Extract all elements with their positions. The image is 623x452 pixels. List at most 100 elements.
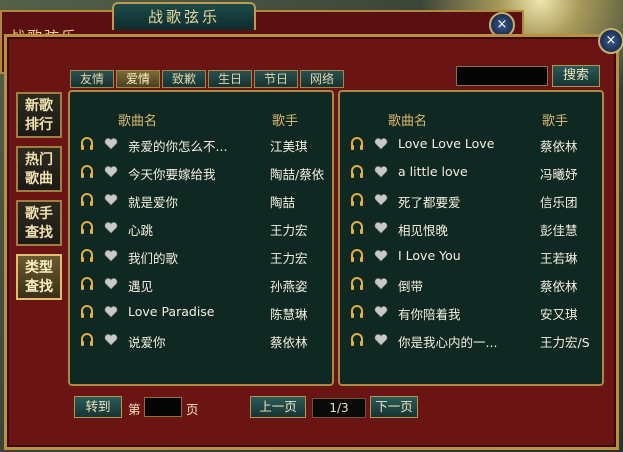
headphones-icon[interactable] [350, 165, 364, 179]
song-title[interactable]: 倒带 [398, 276, 528, 295]
tab-birthday[interactable]: 生日 [208, 70, 252, 88]
song-row[interactable]: 说爱你 蔡依林 [70, 330, 332, 352]
song-artist: 陶喆 [270, 195, 296, 210]
heart-icon[interactable] [104, 305, 118, 319]
goto-button[interactable]: 转到 [74, 396, 122, 418]
song-title[interactable]: I Love You [398, 248, 528, 263]
tab-apology[interactable]: 致歉 [162, 70, 206, 88]
nav-hot-songs[interactable]: 热门 歌曲 [16, 146, 62, 192]
song-row[interactable]: 遇见 孙燕姿 [70, 274, 332, 296]
search-input[interactable] [456, 66, 548, 86]
headphones-icon[interactable] [80, 333, 94, 347]
heart-icon[interactable] [374, 249, 388, 263]
song-title[interactable]: 遇见 [128, 276, 258, 295]
nav-label-line1: 歌手 [25, 206, 53, 222]
song-title[interactable]: 说爱你 [128, 332, 258, 351]
heart-icon[interactable] [374, 221, 388, 235]
nav-label-line2: 查找 [25, 225, 53, 241]
song-row[interactable]: 心跳 王力宏 [70, 218, 332, 240]
next-page-button[interactable]: 下一页 [370, 396, 418, 418]
song-title[interactable]: 相见恨晚 [398, 220, 528, 239]
heart-icon[interactable] [374, 137, 388, 151]
close-icon[interactable]: × [598, 28, 623, 54]
song-artist: 蔡依林 [540, 279, 578, 294]
song-title[interactable]: 你是我心内的一... [398, 332, 528, 351]
song-title[interactable]: 今天你要嫁给我 [128, 164, 258, 183]
song-title[interactable]: 有你陪着我 [398, 304, 528, 323]
heart-icon[interactable] [374, 165, 388, 179]
headphones-icon[interactable] [350, 137, 364, 151]
heart-icon[interactable] [374, 277, 388, 291]
song-row[interactable]: a little love 冯曦妤 [340, 162, 602, 184]
headphones-icon[interactable] [80, 165, 94, 179]
song-title[interactable]: Love Love Love [398, 136, 528, 151]
headphones-icon[interactable] [350, 277, 364, 291]
song-title[interactable]: 我们的歌 [128, 248, 258, 267]
song-list-right: 歌曲名 歌手 Love Love Love 蔡依林 a little love 冯曦妤… [338, 90, 604, 386]
tab-holiday[interactable]: 节日 [254, 70, 298, 88]
song-row[interactable]: 相见恨晚 彭佳慧 [340, 218, 602, 240]
tab-friendship[interactable]: 友情 [70, 70, 114, 88]
song-artist: 江美琪 [270, 139, 308, 154]
song-row[interactable]: 有你陪着我 安又琪 [340, 302, 602, 324]
headphones-icon[interactable] [350, 221, 364, 235]
song-row[interactable]: 我们的歌 王力宏 [70, 246, 332, 268]
headphones-icon[interactable] [80, 249, 94, 263]
nav-label-line2: 查找 [25, 279, 53, 295]
prev-page-button[interactable]: 上一页 [250, 396, 306, 418]
tab-network[interactable]: 网络 [300, 70, 344, 88]
heart-icon[interactable] [104, 249, 118, 263]
headphones-icon[interactable] [80, 193, 94, 207]
nav-label-line1: 类型 [25, 260, 53, 276]
headphones-icon[interactable] [350, 333, 364, 347]
song-title[interactable]: 死了都要爱 [398, 192, 528, 211]
song-row[interactable]: 今天你要嫁给我 陶喆/蔡依 [70, 162, 332, 184]
song-artist: 孙燕姿 [270, 279, 308, 294]
search-button[interactable]: 搜索 [552, 65, 600, 87]
heart-icon[interactable] [104, 137, 118, 151]
heart-icon[interactable] [374, 193, 388, 207]
song-artist: 冯曦妤 [540, 167, 578, 182]
headphones-icon[interactable] [350, 305, 364, 319]
song-title[interactable]: 心跳 [128, 220, 258, 239]
song-row[interactable]: 死了都要爱 信乐团 [340, 190, 602, 212]
heart-icon[interactable] [104, 333, 118, 347]
song-row[interactable]: I Love You 王若琳 [340, 246, 602, 268]
heart-icon[interactable] [104, 165, 118, 179]
heart-icon[interactable] [104, 193, 118, 207]
headphones-icon[interactable] [350, 249, 364, 263]
tab-love[interactable]: 爱情 [116, 70, 160, 88]
page-number-input[interactable] [144, 397, 182, 417]
song-artist: 王力宏 [270, 251, 308, 266]
song-row[interactable]: 你是我心内的一... 王力宏/S [340, 330, 602, 352]
song-title[interactable]: 就是爱你 [128, 192, 258, 211]
headphones-icon[interactable] [350, 193, 364, 207]
nav-new-songs[interactable]: 新歌 排行 [16, 92, 62, 138]
nav-label-line2: 排行 [25, 117, 53, 133]
column-header-song: 歌曲名 [388, 114, 428, 129]
song-artist: 王力宏/S [540, 335, 590, 350]
song-title[interactable]: a little love [398, 164, 528, 179]
song-row[interactable]: Love Paradise 陈慧琳 [70, 302, 332, 324]
headphones-icon[interactable] [80, 305, 94, 319]
heart-icon[interactable] [104, 221, 118, 235]
song-row[interactable]: 就是爱你 陶喆 [70, 190, 332, 212]
song-row[interactable]: 亲爱的你怎么不... 江美琪 [70, 134, 332, 156]
headphones-icon[interactable] [80, 221, 94, 235]
song-row[interactable]: 倒带 蔡依林 [340, 274, 602, 296]
nav-find-singer[interactable]: 歌手 查找 [16, 200, 62, 246]
song-list-left: 歌曲名 歌手 亲爱的你怎么不... 江美琪 今天你要嫁给我 陶喆/蔡依 就是爱你 陶喆 心跳… [68, 90, 334, 386]
song-title[interactable]: Love Paradise [128, 304, 258, 319]
nav-label-line1: 热门 [25, 152, 53, 168]
song-artist: 陶喆/蔡依 [270, 167, 325, 182]
headphones-icon[interactable] [80, 277, 94, 291]
song-row[interactable]: Love Love Love 蔡依林 [340, 134, 602, 156]
headphones-icon[interactable] [80, 137, 94, 151]
heart-icon[interactable] [104, 277, 118, 291]
song-artist: 王力宏 [270, 223, 308, 238]
song-title[interactable]: 亲爱的你怎么不... [128, 136, 258, 155]
nav-find-type[interactable]: 类型 查找 [16, 254, 62, 300]
page-prefix-label: 第 [128, 402, 141, 417]
heart-icon[interactable] [374, 305, 388, 319]
heart-icon[interactable] [374, 333, 388, 347]
